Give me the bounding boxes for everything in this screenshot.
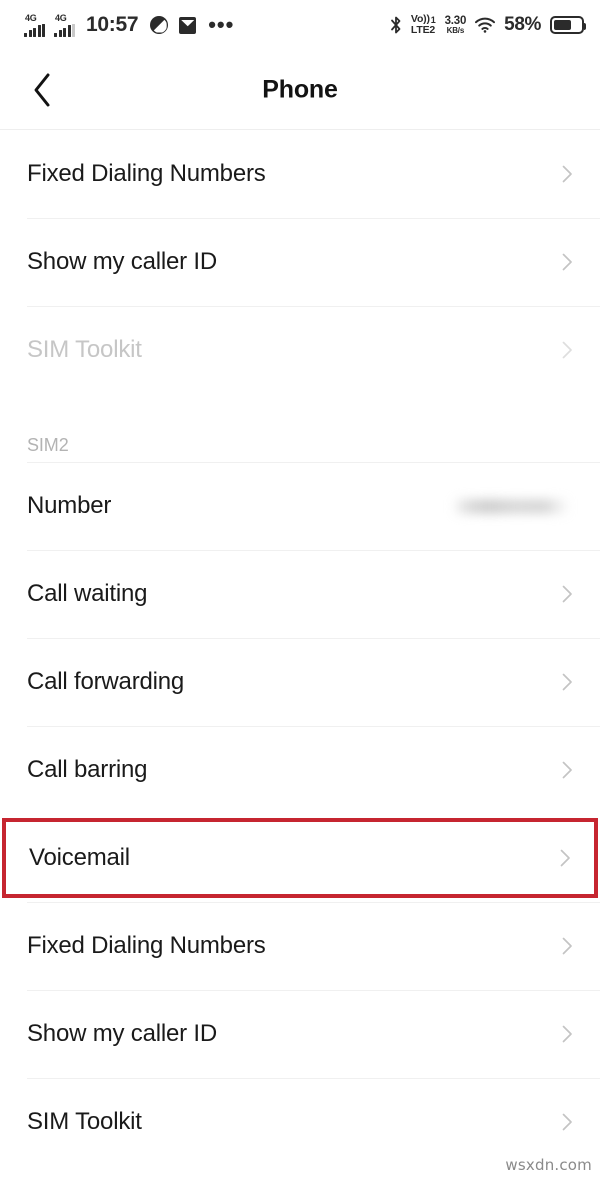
list-item-call-waiting[interactable]: Call waiting — [0, 550, 600, 638]
chevron-right-icon — [556, 163, 578, 185]
list-item-label: Fixed Dialing Numbers — [27, 160, 266, 187]
app-bar: Phone — [0, 50, 600, 130]
network-type-label-sim1: 4G — [25, 12, 37, 23]
status-bar-left: 4G 4G 10:57 ••• — [24, 12, 235, 37]
bluetooth-icon — [390, 15, 402, 35]
section-header-sim2: SIM2 — [27, 435, 69, 455]
chevron-right-icon — [556, 583, 578, 605]
data-rate-indicator: 3.30 KB/s — [445, 15, 467, 35]
chevron-right-icon — [554, 847, 576, 869]
watermark: wsxdn.com — [505, 1156, 592, 1174]
volte-indicator: Vo)) 1 LTE2 — [410, 13, 436, 36]
do-not-disturb-icon — [150, 16, 169, 34]
battery-icon — [550, 16, 586, 34]
settings-list: Fixed Dialing Numbers Show my caller ID SI… — [0, 130, 600, 1166]
chevron-right-icon — [556, 1023, 578, 1045]
signal-indicator-sim1: 4G — [24, 12, 45, 37]
list-item-label: Fixed Dialing Numbers — [27, 932, 266, 959]
redacted-phone-number — [452, 498, 570, 514]
list-item-label: Show my caller ID — [27, 1020, 217, 1047]
list-item-label: Voicemail — [29, 844, 130, 871]
signal-indicator-sim2: 4G — [54, 12, 75, 37]
page-title: Phone — [262, 75, 338, 103]
volte-bottom-label: LTE2 — [410, 24, 436, 36]
chevron-right-icon — [556, 251, 578, 273]
list-item-sim-toolkit: SIM Toolkit — [0, 306, 600, 394]
list-item-show-my-caller-id[interactable]: Show my caller ID — [0, 990, 600, 1078]
network-type-label-sim2: 4G — [55, 12, 67, 23]
chevron-right-icon — [556, 339, 578, 361]
list-item-sim-toolkit[interactable]: SIM Toolkit — [0, 1078, 600, 1166]
status-bar-clock: 10:57 — [86, 13, 139, 36]
list-item-label: SIM Toolkit — [27, 336, 142, 363]
chevron-right-icon — [556, 759, 578, 781]
list-item-label: Call waiting — [27, 580, 148, 607]
chevron-right-icon — [556, 671, 578, 693]
list-item-label: Number — [27, 492, 112, 519]
wifi-icon — [475, 17, 496, 33]
list-item-number[interactable]: Number — [0, 462, 600, 550]
list-item-call-forwarding[interactable]: Call forwarding — [0, 638, 600, 726]
list-item-show-my-caller-id[interactable]: Show my caller ID — [0, 218, 600, 306]
list-item-label: Call forwarding — [27, 668, 185, 695]
data-rate-unit: KB/s — [446, 25, 465, 35]
status-bar-right: Vo)) 1 LTE2 3.30 KB/s 58% — [390, 13, 586, 36]
list-item-label: Call barring — [27, 756, 148, 783]
list-item-call-barring[interactable]: Call barring — [0, 726, 600, 814]
list-item-fixed-dialing-numbers[interactable]: Fixed Dialing Numbers — [0, 902, 600, 990]
list-item-fixed-dialing-numbers[interactable]: Fixed Dialing Numbers — [0, 130, 600, 218]
list-item-label: Show my caller ID — [27, 248, 217, 275]
battery-percent-label: 58% — [504, 14, 541, 35]
list-item-voicemail[interactable]: Voicemail — [2, 818, 598, 898]
list-item-label: SIM Toolkit — [27, 1108, 142, 1135]
chevron-right-icon — [556, 1111, 578, 1133]
mail-icon — [179, 16, 197, 34]
signal-bars-sim1 — [24, 23, 45, 37]
signal-bars-sim2 — [54, 23, 75, 37]
status-bar: 4G 4G 10:57 ••• Vo)) 1 LTE2 3.30 KB/s 58… — [0, 0, 600, 50]
chevron-right-icon — [556, 935, 578, 957]
